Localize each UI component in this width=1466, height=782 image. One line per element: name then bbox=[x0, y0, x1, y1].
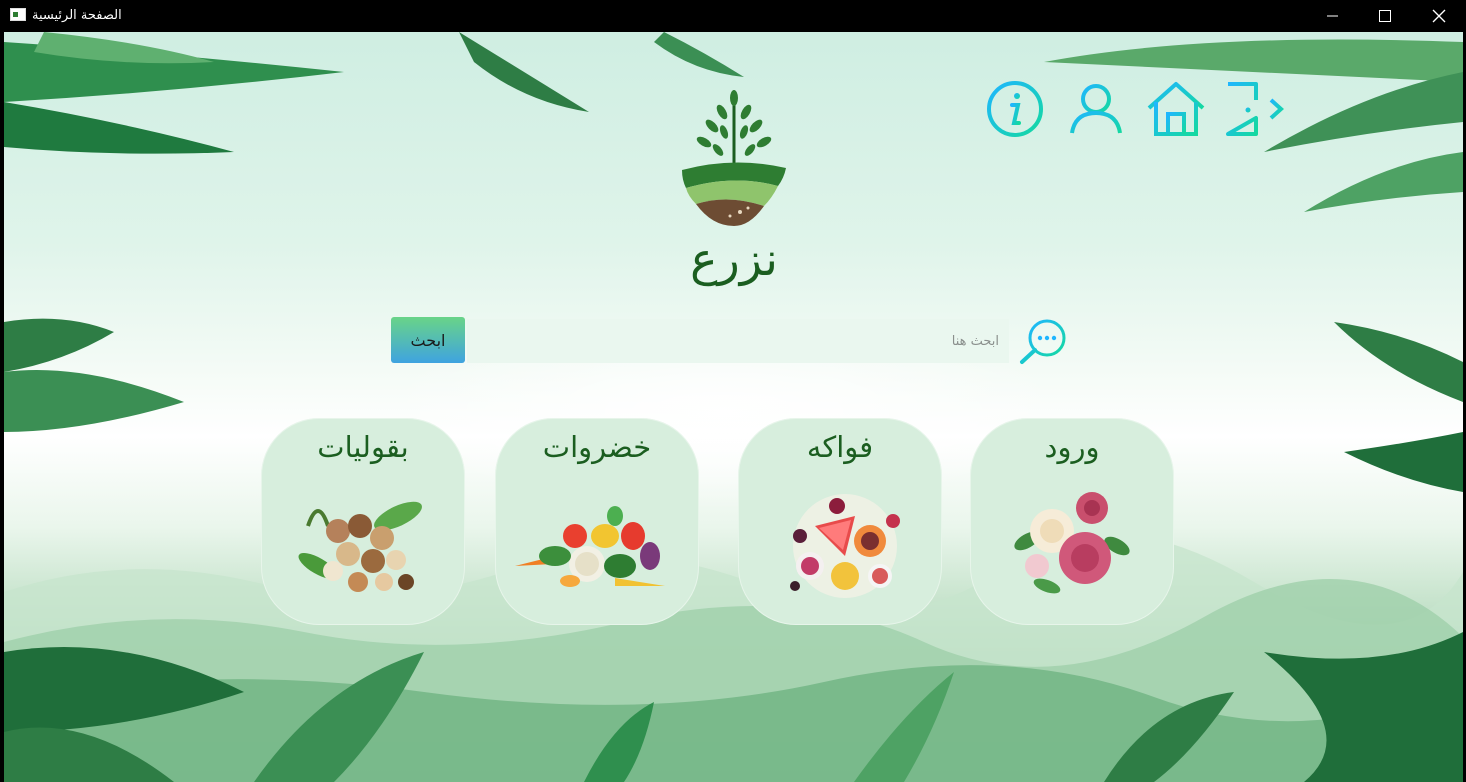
close-icon bbox=[1432, 9, 1446, 23]
window-titlebar: الصفحة الرئيسية bbox=[0, 0, 1466, 32]
minimize-button[interactable] bbox=[1308, 0, 1358, 32]
maximize-icon bbox=[1379, 10, 1391, 22]
minimize-icon bbox=[1327, 15, 1338, 17]
search-chat-icon[interactable] bbox=[1018, 316, 1070, 366]
category-label: بقوليات bbox=[317, 430, 409, 464]
category-label: ورود bbox=[1044, 430, 1100, 464]
tree-field-logo-icon bbox=[682, 90, 786, 226]
main-window-content: نزرع ابحث ورود فواكه bbox=[4, 32, 1463, 782]
close-button[interactable] bbox=[1414, 0, 1464, 32]
category-card-flowers[interactable]: ورود bbox=[970, 418, 1174, 625]
logout-icon[interactable] bbox=[1224, 80, 1286, 138]
search-input[interactable] bbox=[467, 319, 1009, 363]
category-card-legumes[interactable]: بقوليات bbox=[261, 418, 465, 625]
category-label: فواكه bbox=[806, 430, 874, 464]
category-card-fruits[interactable]: فواكه bbox=[738, 418, 942, 625]
brand-name: نزرع bbox=[690, 232, 778, 286]
legumes-nuts-icon bbox=[298, 501, 422, 592]
info-icon[interactable] bbox=[986, 80, 1044, 138]
home-icon[interactable] bbox=[1146, 80, 1206, 138]
user-icon[interactable] bbox=[1067, 80, 1125, 138]
vegetables-icon bbox=[515, 506, 665, 587]
window-title: الصفحة الرئيسية bbox=[32, 8, 122, 23]
fruits-icon bbox=[790, 494, 900, 598]
background-mountains bbox=[4, 532, 1463, 782]
search-button[interactable]: ابحث bbox=[391, 317, 465, 363]
category-card-vegetables[interactable]: خضروات bbox=[495, 418, 699, 625]
maximize-button[interactable] bbox=[1360, 0, 1410, 32]
category-label: خضروات bbox=[542, 430, 652, 464]
app-window-icon bbox=[10, 8, 26, 21]
roses-bouquet-icon bbox=[1014, 492, 1130, 594]
